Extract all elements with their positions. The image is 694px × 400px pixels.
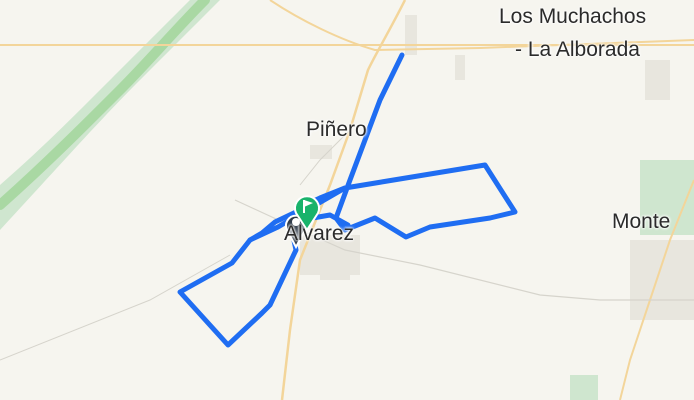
place-label-monte: Monte — [612, 210, 671, 233]
place-label-alvarez: Alvarez — [284, 222, 355, 245]
place-label-pinero: Piñero — [306, 118, 367, 141]
place-label-los-muchachos-2: - La Alborada — [515, 38, 640, 61]
map-canvas[interactable]: Los Muchachos - La Alborada Piñero Monte… — [0, 0, 694, 400]
green-field — [570, 375, 598, 400]
place-label-los-muchachos-1: Los Muchachos — [499, 5, 647, 28]
